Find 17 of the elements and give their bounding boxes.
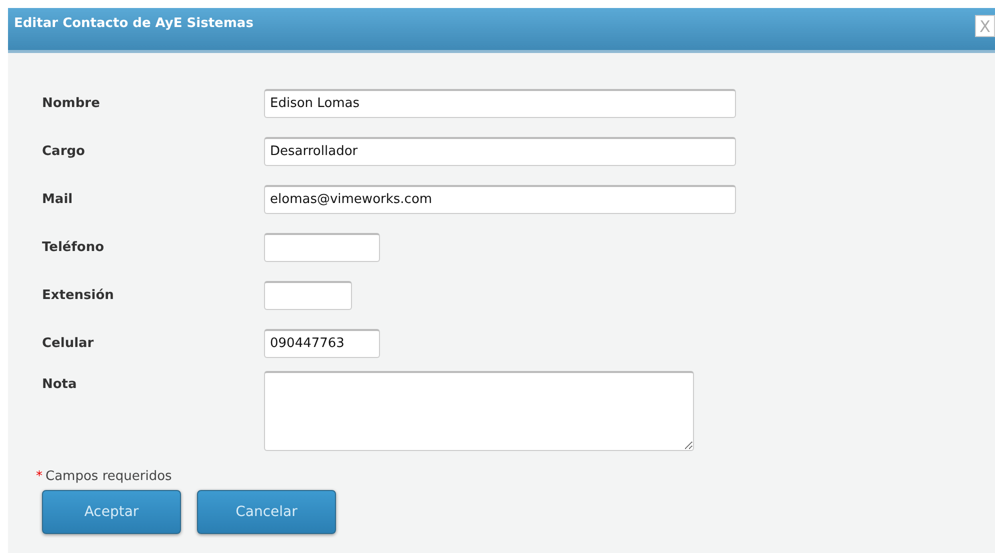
- text-field[interactable]: 090447763: [264, 328, 380, 358]
- field-label: Nota: [42, 376, 78, 392]
- text-field[interactable]: Edison Lomas: [264, 88, 736, 118]
- field-label: Mail: [42, 192, 74, 206]
- field-label: Cargo: [42, 144, 86, 158]
- text-field[interactable]: Desarrollador: [264, 136, 736, 166]
- text-field[interactable]: [264, 232, 380, 262]
- field-label: Teléfono: [42, 240, 106, 254]
- required-note: Campos requeridos: [46, 469, 172, 484]
- field-label: Extensión: [42, 288, 115, 302]
- field-label: Celular: [42, 336, 95, 350]
- required-mark: *: [36, 469, 42, 484]
- note-field[interactable]: [264, 371, 694, 451]
- window-title: Editar Contacto de AyE Sistemas: [14, 16, 254, 30]
- text-field[interactable]: elomas@vimeworks.com: [264, 184, 736, 214]
- text-field[interactable]: [264, 280, 352, 310]
- field-label: Nombre: [42, 96, 101, 110]
